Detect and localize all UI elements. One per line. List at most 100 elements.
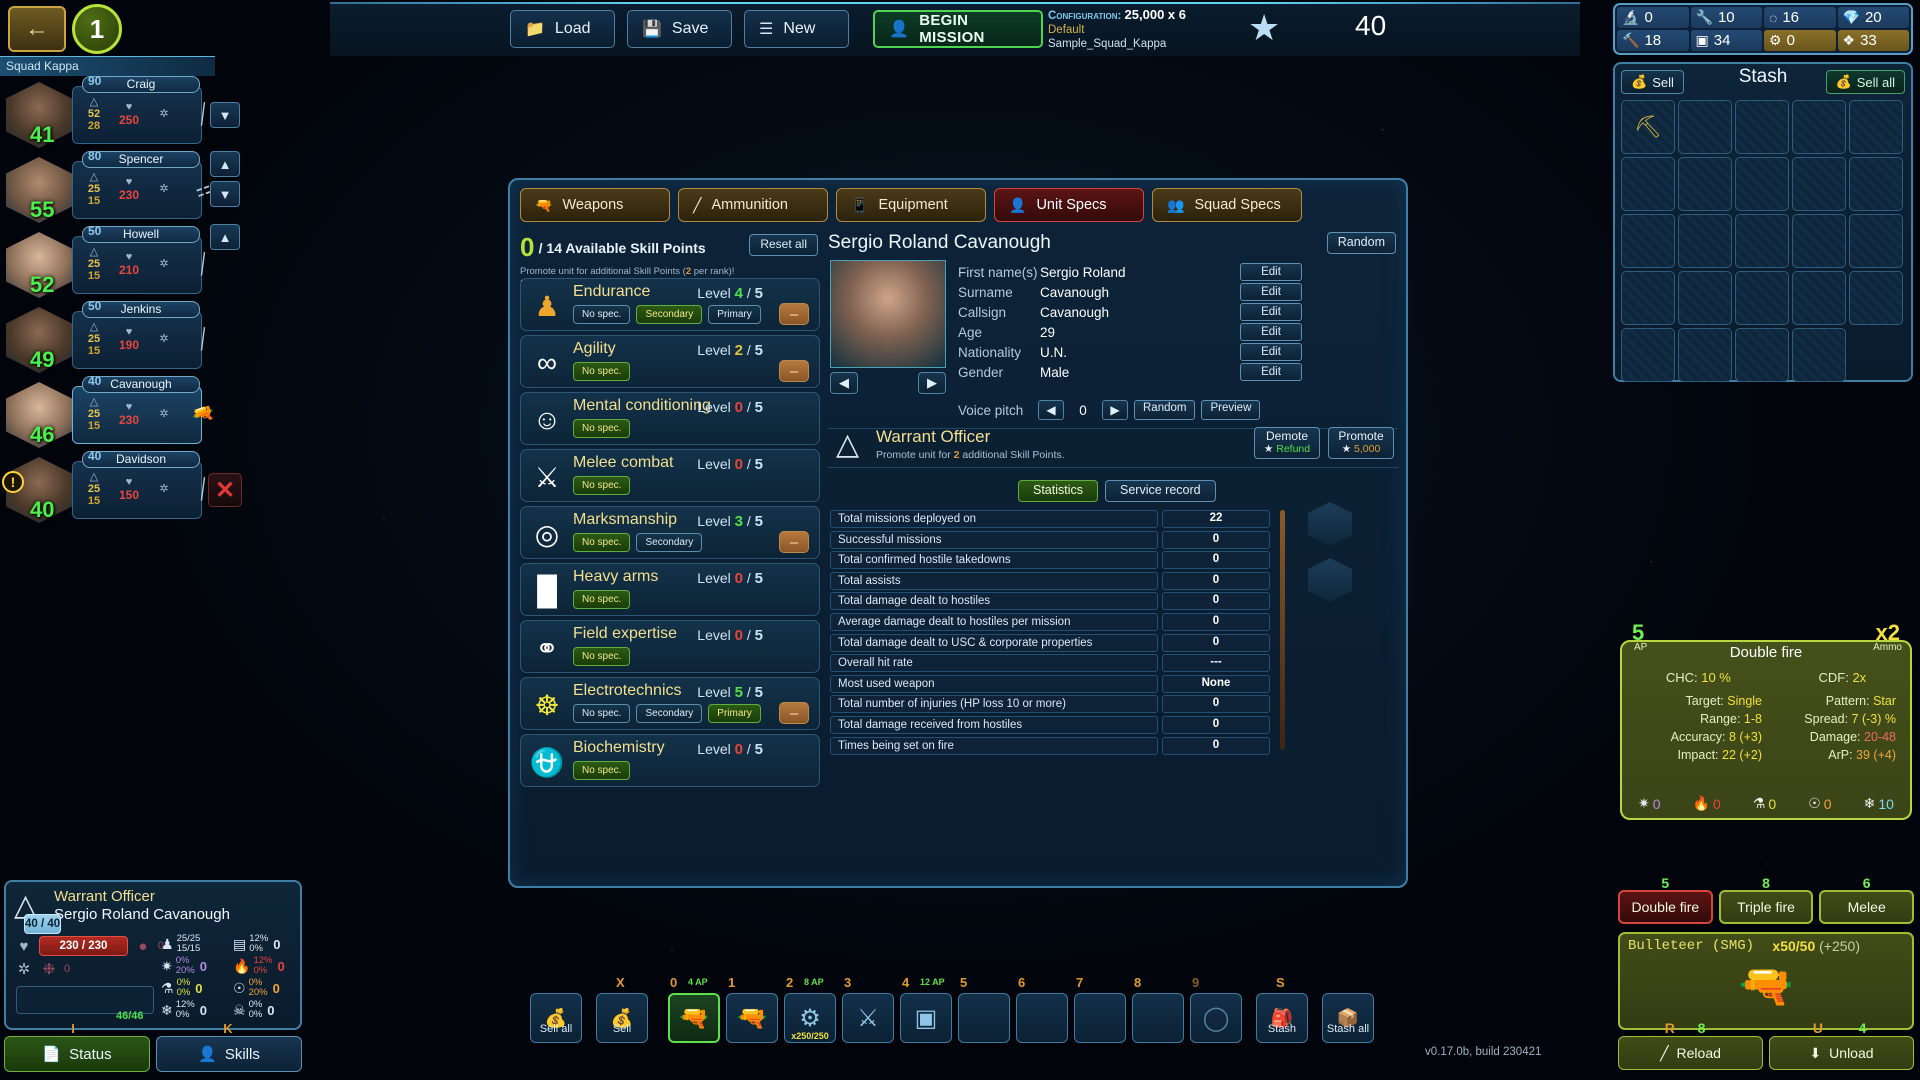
roster-unit-jenkins[interactable]: 49 Jenkins △ 25 15 ♥ 190 ✲ 50 ╱ bbox=[0, 299, 260, 378]
spec-secondary[interactable]: Secondary bbox=[636, 533, 703, 552]
stash-slot[interactable] bbox=[1849, 271, 1903, 325]
edit-button[interactable]: Edit bbox=[1240, 363, 1302, 381]
spec-no-spec[interactable]: No spec. bbox=[573, 590, 631, 609]
hotbar-slot-0[interactable]: 🔫 bbox=[668, 993, 720, 1043]
promote-button[interactable]: Promote ★ 5,000 bbox=[1328, 427, 1394, 459]
edit-button[interactable]: Edit bbox=[1240, 343, 1302, 361]
unit-move-down-button[interactable]: ▼ bbox=[210, 181, 240, 207]
unit-move-up-button[interactable]: ▲ bbox=[210, 224, 240, 250]
stash-slot[interactable] bbox=[1678, 328, 1732, 382]
skill-row[interactable]: ⚔ Melee combat Level 0 / 5 No spec. bbox=[520, 449, 820, 502]
unit-move-down-button[interactable]: ▼ bbox=[210, 102, 240, 128]
skill-row[interactable]: ∞ Agility Level 2 / 5 No spec. – bbox=[520, 335, 820, 388]
spec-no-spec[interactable]: No spec. bbox=[573, 305, 631, 324]
sell-slot[interactable]: 💰 bbox=[596, 993, 648, 1043]
resource-item[interactable]: 💎 20 bbox=[1837, 7, 1909, 28]
spec-primary[interactable]: Primary bbox=[708, 305, 761, 324]
tab-statistics[interactable]: Statistics bbox=[1018, 480, 1099, 502]
hotbar-slot-9[interactable]: ◯ bbox=[1190, 993, 1242, 1043]
load-button[interactable]: 📁 Load bbox=[510, 10, 615, 48]
skill-row[interactable]: ⛎ Biochemistry Level 0 / 5 No spec. bbox=[520, 734, 820, 787]
skill-row[interactable]: ☸ Electrotechnics Level 5 / 5 No spec. S… bbox=[520, 677, 820, 730]
resource-item[interactable]: ▣ 34 bbox=[1690, 30, 1762, 51]
stash-slot[interactable] bbox=[1621, 271, 1675, 325]
portrait-next-button[interactable]: ▶ bbox=[918, 372, 946, 394]
statistics-scrollbar[interactable] bbox=[1280, 510, 1285, 750]
stash-slot[interactable] bbox=[1678, 214, 1732, 268]
reset-all-button[interactable]: Reset all bbox=[749, 234, 818, 256]
unit-move-up-button[interactable]: ▲ bbox=[210, 151, 240, 177]
badge-slot[interactable] bbox=[1308, 502, 1352, 546]
stash-slot[interactable] bbox=[1735, 157, 1789, 211]
stash-slot[interactable] bbox=[1678, 157, 1732, 211]
voice-pitch-decrease-button[interactable]: ◀ bbox=[1038, 400, 1064, 420]
save-button[interactable]: 💾 Save bbox=[627, 10, 732, 48]
spec-primary[interactable]: Primary bbox=[708, 704, 761, 723]
back-arrow-icon[interactable]: ← bbox=[8, 6, 66, 52]
skill-decrement-button[interactable]: – bbox=[779, 303, 809, 325]
roster-unit-spencer[interactable]: 55 Spencer △ 25 15 ♥ 230 ✲ 80 ⚏ ▲ ▼ bbox=[0, 149, 260, 228]
stash-slot[interactable] bbox=[1621, 157, 1675, 211]
edit-button[interactable]: Edit bbox=[1240, 283, 1302, 301]
edit-button[interactable]: Edit bbox=[1240, 263, 1302, 281]
skill-row[interactable]: ♟ Endurance Level 4 / 5 No spec. Seconda… bbox=[520, 278, 820, 331]
hotbar-slot-7[interactable] bbox=[1074, 993, 1126, 1043]
sell-all-button[interactable]: 💰 Sell all bbox=[1825, 70, 1905, 94]
stash-slot[interactable] bbox=[1792, 214, 1846, 268]
stash-slot[interactable] bbox=[1849, 100, 1903, 154]
unload-button[interactable]: U 4 ⬇ Unload bbox=[1769, 1020, 1914, 1070]
edit-button[interactable]: Edit bbox=[1240, 303, 1302, 321]
begin-mission-button[interactable]: 👤 BEGIN MISSION bbox=[873, 10, 1043, 48]
portrait-prev-button[interactable]: ◀ bbox=[830, 372, 858, 394]
skill-decrement-button[interactable]: – bbox=[779, 360, 809, 382]
voice-preview-button[interactable]: Preview bbox=[1201, 400, 1261, 420]
stash-slot[interactable] bbox=[1849, 157, 1903, 211]
hotbar-slot-5[interactable] bbox=[958, 993, 1010, 1043]
spec-no-spec[interactable]: No spec. bbox=[573, 761, 631, 780]
voice-random-button[interactable]: Random bbox=[1134, 400, 1196, 420]
tab-squad-specs[interactable]: 👥 Squad Specs bbox=[1152, 188, 1302, 222]
spec-no-spec[interactable]: No spec. bbox=[573, 476, 631, 495]
spec-no-spec[interactable]: No spec. bbox=[573, 704, 631, 723]
spec-no-spec[interactable]: No spec. bbox=[573, 533, 631, 552]
skill-row[interactable]: ◎ Marksmanship Level 3 / 5 No spec. Seco… bbox=[520, 506, 820, 559]
hotbar-slot-6[interactable] bbox=[1016, 993, 1068, 1043]
tab-service-record[interactable]: Service record bbox=[1105, 480, 1216, 502]
resource-item[interactable]: ◌ 16 bbox=[1764, 7, 1836, 28]
skills-button[interactable]: K 👤 Skills bbox=[156, 1021, 302, 1072]
hotbar-slot-1[interactable]: 🔫 bbox=[726, 993, 778, 1043]
stash-slot[interactable] bbox=[1735, 100, 1789, 154]
stash-slot[interactable] bbox=[1849, 214, 1903, 268]
spec-no-spec[interactable]: No spec. bbox=[573, 362, 631, 381]
stash-slot[interactable] bbox=[1735, 328, 1789, 382]
resource-item[interactable]: 🔬 0 bbox=[1617, 7, 1689, 28]
status-button[interactable]: I 📄 Status bbox=[4, 1021, 150, 1072]
stash-slot[interactable] bbox=[1621, 328, 1675, 382]
stash-slot[interactable] bbox=[1792, 271, 1846, 325]
resource-item[interactable]: ❖ 33 bbox=[1837, 30, 1909, 51]
resource-item[interactable]: 🔨 18 bbox=[1617, 30, 1689, 51]
reload-button[interactable]: R 8 ╱ Reload bbox=[1618, 1020, 1763, 1070]
skill-decrement-button[interactable]: – bbox=[779, 531, 809, 553]
new-button[interactable]: ☰ New bbox=[744, 10, 849, 48]
demote-button[interactable]: Demote ★ Refund bbox=[1254, 427, 1320, 459]
roster-unit-craig[interactable]: 41 Craig △ 52 28 ♥ 250 ✲ 90 ╱ ▼ bbox=[0, 74, 260, 153]
tab-equipment[interactable]: 📱 Equipment bbox=[836, 188, 986, 222]
stash-all-button[interactable]: 📦 bbox=[1322, 993, 1374, 1043]
hotbar-slot-4[interactable]: ▣ bbox=[900, 993, 952, 1043]
spec-no-spec[interactable]: No spec. bbox=[573, 419, 631, 438]
stash-slot-button[interactable]: 🎒 bbox=[1256, 993, 1308, 1043]
tab-weapons[interactable]: 🔫 Weapons bbox=[520, 188, 670, 222]
resource-item[interactable]: ⚙ 0 bbox=[1764, 30, 1836, 51]
voice-pitch-increase-button[interactable]: ▶ bbox=[1102, 400, 1128, 420]
stash-slot[interactable] bbox=[1792, 100, 1846, 154]
skill-row[interactable]: ⚭ Field expertise Level 0 / 5 No spec. bbox=[520, 620, 820, 673]
spec-no-spec[interactable]: No spec. bbox=[573, 647, 631, 666]
sell-all-slot[interactable]: 💰 bbox=[530, 993, 582, 1043]
edit-button[interactable]: Edit bbox=[1240, 323, 1302, 341]
hotbar-slot-3[interactable]: ⚔ bbox=[842, 993, 894, 1043]
stash-slot[interactable] bbox=[1621, 214, 1675, 268]
roster-unit-davidson[interactable]: ! 40 Davidson △ 25 15 ♥ 150 ✲ 40 ╱ ✕ bbox=[0, 449, 260, 528]
roster-unit-howell[interactable]: 52 Howell △ 25 15 ♥ 210 ✲ 50 ╱ ▲ bbox=[0, 224, 260, 303]
stash-slot[interactable] bbox=[1792, 328, 1846, 382]
